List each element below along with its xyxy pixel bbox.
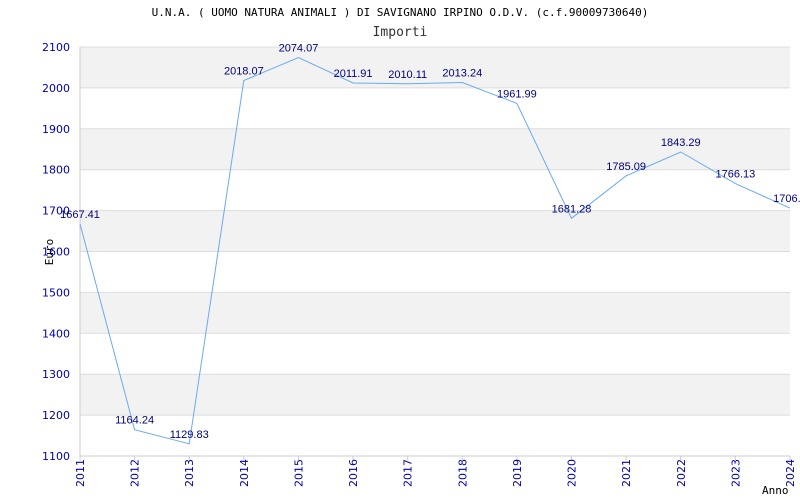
x-tick-label: 2023: [729, 459, 742, 487]
grid-band: [80, 210, 790, 252]
x-tick-label: 2012: [129, 459, 142, 487]
y-tick-label: 1200: [42, 409, 70, 422]
y-tick-label: 1900: [42, 123, 70, 136]
x-tick-label: 2024: [784, 459, 797, 487]
y-tick-label: 1400: [42, 327, 70, 340]
x-tick-label: 2017: [402, 459, 415, 487]
x-tick-label: 2021: [620, 459, 633, 487]
y-tick-label: 2000: [42, 82, 70, 95]
data-label: 1681.28: [552, 203, 592, 215]
grid-band: [80, 47, 790, 88]
data-label: 2074.07: [279, 43, 319, 55]
x-axis-label: Anno: [762, 484, 789, 497]
x-tick-label: 2011: [74, 459, 87, 487]
data-label: 1843.29: [661, 137, 701, 149]
data-label: 2010.11: [388, 69, 427, 81]
y-tick-label: 1800: [42, 164, 70, 177]
data-label: 2013.24: [442, 67, 482, 79]
x-tick-label: 2015: [292, 459, 305, 487]
data-label: 1785.09: [606, 161, 646, 173]
data-label: 1129.83: [170, 429, 209, 441]
data-label: 1667.41: [60, 209, 100, 221]
y-tick-label: 1100: [42, 450, 70, 463]
y-axis-label: Euro: [43, 239, 56, 266]
grid-band: [80, 128, 790, 170]
y-tick-label: 1500: [42, 286, 70, 299]
x-tick-label: 2018: [456, 459, 469, 487]
x-tick-label: 2019: [511, 459, 524, 487]
data-label: 1766.13: [716, 169, 756, 181]
y-tick-label: 1300: [42, 368, 70, 381]
data-label: 2011.91: [334, 68, 373, 80]
x-tick-label: 2016: [347, 459, 360, 487]
grid-band: [80, 292, 790, 334]
data-label: 1961.99: [497, 88, 537, 100]
x-tick-label: 2014: [238, 459, 251, 487]
data-label: 2018.07: [224, 66, 264, 78]
x-tick-label: 2013: [183, 459, 196, 487]
line-chart: 1100120013001400150016001700180019002000…: [42, 41, 800, 497]
data-label: 1706.1: [773, 193, 800, 205]
grid-band: [80, 374, 790, 416]
x-tick-label: 2020: [566, 459, 579, 487]
x-tick-label: 2022: [675, 459, 688, 487]
data-label: 1164.24: [115, 415, 154, 427]
y-tick-label: 2100: [42, 41, 70, 54]
